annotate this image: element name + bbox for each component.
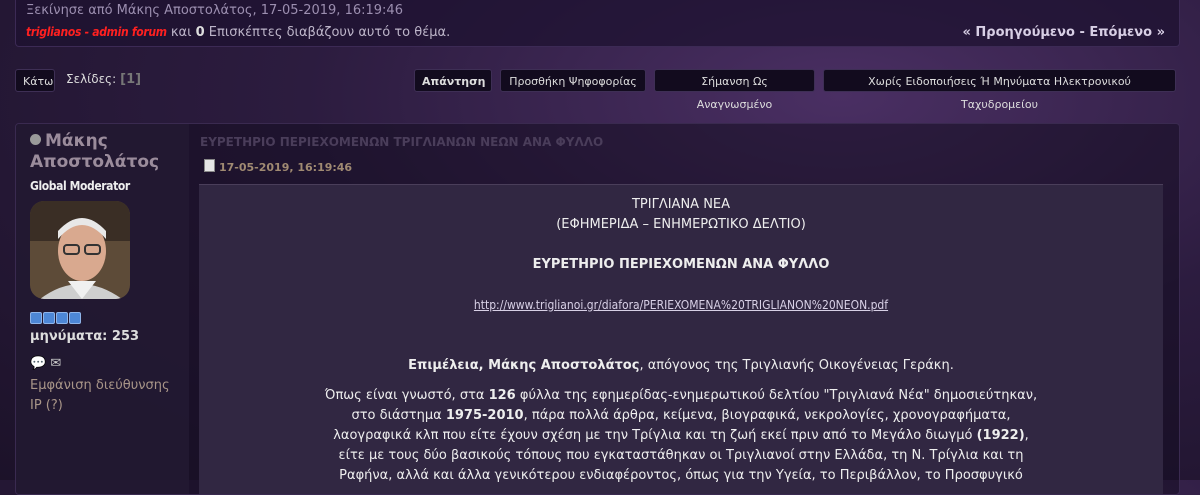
online-status-icon [30, 134, 41, 145]
pagination: Σελίδες: [1] [66, 72, 141, 87]
para-text: , πάρα πολλά άρθρα, κείμενα, βιογραφικά,… [523, 408, 1011, 423]
para-text: Όπως είναι γνωστό, στα [324, 388, 489, 403]
para-line1: Όπως είναι γνωστό, στα 126 φύλλα της εφη… [199, 386, 1163, 406]
rank-stars [30, 309, 82, 328]
forum-post: Μάκης Αποστολάτος Global Moderator μηνύμ… [15, 123, 1180, 495]
avatar-image [30, 201, 130, 299]
post-subject[interactable]: ΕΥΡΕΤΗΡΙΟ ΠΕΡΙΕΧΟΜΕΝΩΝ ΤΡΙΓΛΙΑΝΩΝ ΝΕΩΝ Α… [200, 135, 603, 149]
pdf-link[interactable]: http://www.triglianoi.gr/diafora/PERIEXO… [474, 298, 888, 312]
guest-count: 0 [195, 25, 205, 40]
viewer-suffix: Επισκέπτες διαβάζουν αυτό το θέμα. [204, 25, 451, 40]
prev-next-link[interactable]: « Προηγούμενο - Επόμενο » [962, 25, 1165, 40]
editor-bold: Επιμέλεια, Μάκης Αποστολάτος [408, 358, 640, 373]
rank-star-icon [56, 312, 68, 324]
para-line4: είτε με τους δύο βασικούς τόπους που εγκ… [338, 448, 1024, 463]
body-line1: ΤΡΙΓΛΙΑΝΑ ΝΕΑ [631, 197, 731, 212]
editor-rest: , απόγονος της Τριγλιανής Οικογένειας Γε… [639, 358, 954, 373]
pm-bubble-icon[interactable]: 💬 [30, 356, 46, 371]
poster-info: Μάκης Αποστολάτος Global Moderator μηνύμ… [16, 124, 189, 494]
topic-started-by: Ξεκίνησε από Μάκης Αποστολάτος, 17-05-20… [26, 3, 403, 18]
topic-viewers: triglianos - admin forum και 0 Επισκέπτε… [26, 25, 450, 40]
para-line5: Ραφήνα, αλλά και άλλα γενικότερου ενδιαφ… [339, 468, 1023, 483]
add-poll-button[interactable]: Προσθήκη Ψηφοφορίας [500, 69, 646, 92]
pages-label: Σελίδες: [66, 72, 117, 86]
go-down-button[interactable]: Κάτω [15, 69, 55, 92]
document-icon [204, 159, 215, 172]
para-text: λαογραφικά κλπ που είτε έχουν σχέση με τ… [333, 428, 977, 443]
para-line2: στο διάστημα 1975-2010, πάρα πολλά άρθρα… [199, 406, 1163, 426]
notify-button[interactable]: Χωρίς Ειδοποιήσεις Ή Μηνύματα Ηλεκτρονικ… [823, 69, 1176, 111]
para-text: στο διάστημα [351, 408, 446, 423]
para-text: , [1024, 428, 1029, 443]
viewer-prefix: και [166, 25, 196, 40]
post-date-text: 17-05-2019, 16:19:46 [219, 161, 353, 174]
mark-unread-button[interactable]: Σήμανση Ως Αναγνωσμένο [654, 69, 815, 111]
para-text: φύλλα της εφημερίδας-ενημερωτικού δελτίο… [515, 388, 1038, 403]
post-date: 17-05-2019, 16:19:46 [204, 159, 352, 174]
email-icon[interactable]: ✉ [50, 356, 61, 371]
editor-line: Επιμέλεια, Μάκης Αποστολάτος, απόγονος τ… [199, 356, 1163, 376]
para-bold: 1975-2010 [445, 408, 524, 423]
topic-info-bar: Ξεκίνησε από Μάκης Αποστολάτος, 17-05-20… [15, 0, 1180, 47]
message-count: μηνύματα: 253 [30, 329, 140, 344]
rank-star-icon [43, 312, 55, 324]
contact-icons: 💬 ✉ [30, 356, 61, 371]
viewer-user-link[interactable]: triglianos - admin forum [26, 25, 167, 39]
rank-star-icon [30, 312, 42, 324]
poster-role: Global Moderator [30, 179, 130, 193]
body-heading: ΕΥΡΕΤΗΡΙΟ ΠΕΡΙΕΧΟΜΕΝΩΝ ΑΝΑ ΦΥΛΛΟ [532, 257, 830, 272]
para-line3: λαογραφικά κλπ που είτε έχουν σχέση με τ… [199, 426, 1163, 446]
body-line2: (ΕΦΗΜΕΡΙΔΑ – ΕΝΗΜΕΡΩΤΙΚΟ ΔΕΛΤΙΟ) [556, 217, 806, 232]
poster-name-text[interactable]: Μάκης Αποστολάτος [30, 131, 159, 172]
post-body: ΤΡΙΓΛΙΑΝΑ ΝΕΑ (ΕΦΗΜΕΡΙΔΑ – ΕΝΗΜΕΡΩΤΙΚΟ Δ… [199, 184, 1163, 494]
poster-name[interactable]: Μάκης Αποστολάτος [30, 131, 189, 173]
show-ip-link[interactable]: Εμφάνιση διεύθυνσης IP (?) [30, 376, 180, 416]
page-number[interactable]: [1] [120, 72, 141, 87]
para-bold: (1922) [976, 428, 1025, 443]
para-bold: 126 [488, 388, 516, 403]
avatar [30, 201, 130, 299]
rank-star-icon [69, 312, 81, 324]
reply-button[interactable]: Απάντηση [414, 69, 492, 92]
